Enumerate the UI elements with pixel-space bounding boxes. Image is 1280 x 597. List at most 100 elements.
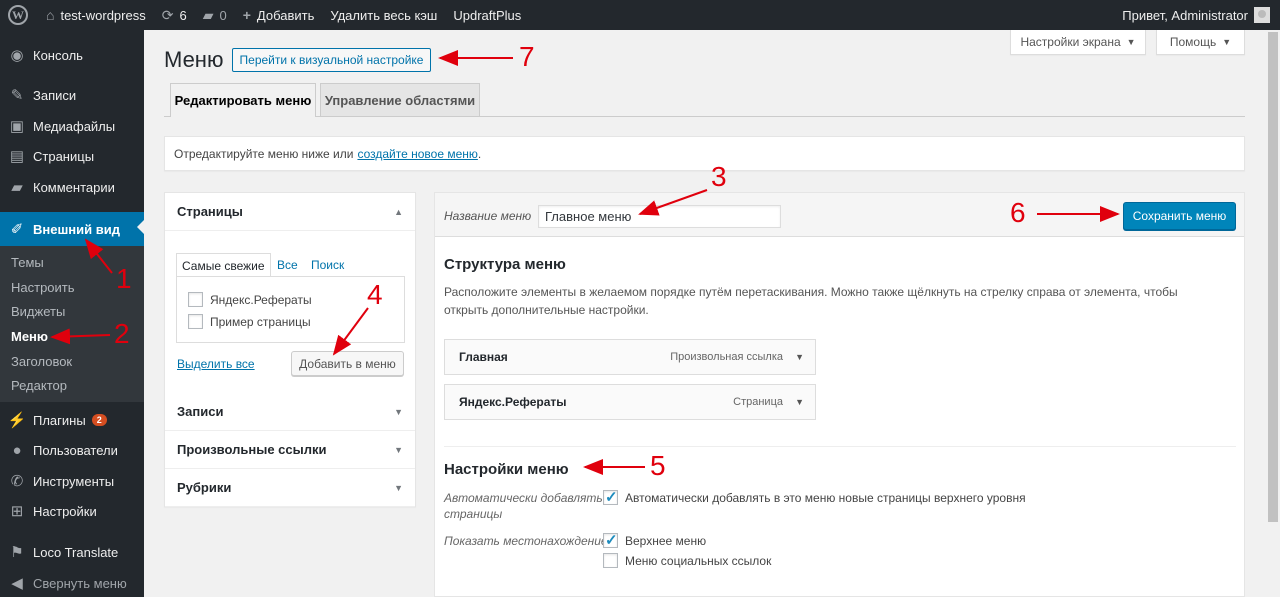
save-menu-button[interactable]: Сохранить меню bbox=[1123, 202, 1236, 230]
media-icon: ▣ bbox=[9, 118, 25, 135]
add-to-menu-button[interactable]: Добавить в меню bbox=[291, 351, 404, 376]
tabs-divider bbox=[164, 116, 1245, 117]
sidebar-item-comments[interactable]: ▰ Комментарии bbox=[0, 172, 144, 202]
plugins-update-badge: 2 bbox=[91, 414, 107, 426]
submenu-themes[interactable]: Темы bbox=[11, 255, 44, 270]
annotation-number-5: 5 bbox=[650, 450, 666, 481]
accordion-categories-header[interactable]: Рубрики ▼ bbox=[165, 469, 415, 507]
sidebar-item-plugins[interactable]: ⚡ Плагины 2 bbox=[0, 405, 144, 435]
scrollbar-thumb[interactable] bbox=[1268, 32, 1278, 522]
submenu-customize[interactable]: Настроить bbox=[11, 280, 75, 295]
avatar bbox=[1254, 7, 1270, 23]
sidebar-item-label: Комментарии bbox=[33, 179, 115, 195]
live-preview-button[interactable]: Перейти к визуальной настройке bbox=[232, 48, 431, 72]
menu-item-entry[interactable]: Главная Произвольная ссылка ▼ bbox=[444, 339, 816, 375]
screen-options-label: Настройки экрана bbox=[1020, 35, 1121, 49]
location-option-social[interactable]: Меню социальных ссылок bbox=[603, 553, 771, 568]
sidebar-item-posts[interactable]: ✎ Записи bbox=[0, 80, 144, 110]
accordion-posts-header[interactable]: Записи ▼ bbox=[165, 393, 415, 431]
pin-icon: ✎ bbox=[10, 87, 24, 104]
comments-count: 0 bbox=[219, 7, 227, 23]
annotation-number-7: 7 bbox=[519, 41, 535, 72]
sidebar-item-pages[interactable]: ▤ Страницы bbox=[0, 141, 144, 171]
annotation-number-6: 6 bbox=[1010, 197, 1026, 228]
location-checkbox[interactable] bbox=[603, 531, 618, 549]
auto-add-option[interactable]: Автоматически добавлять в это меню новые… bbox=[603, 488, 1026, 506]
page-checkbox[interactable] bbox=[188, 314, 203, 329]
location-checkbox[interactable] bbox=[603, 553, 618, 568]
screen-options-button[interactable]: Настройки экрана ▼ bbox=[1010, 30, 1146, 55]
collapse-menu-label: Свернуть меню bbox=[33, 575, 127, 591]
page-scrollbar[interactable] bbox=[1266, 30, 1280, 597]
sidebar-item-users[interactable]: ● Пользователи bbox=[0, 435, 144, 465]
select-all-link[interactable]: Выделить все bbox=[177, 357, 255, 371]
list-item[interactable]: Яндекс.Рефераты bbox=[188, 292, 312, 307]
sidebar-item-tools[interactable]: ✆ Инструменты bbox=[0, 466, 144, 496]
collapse-menu-button[interactable]: ◀ Свернуть меню bbox=[0, 568, 144, 597]
menu-item-entry[interactable]: Яндекс.Рефераты Страница ▼ bbox=[444, 384, 816, 420]
sidebar-item-settings[interactable]: ⊞ Настройки bbox=[0, 496, 144, 526]
page-label: Пример страницы bbox=[210, 314, 311, 329]
updraftplus-link[interactable]: UpdraftPlus bbox=[445, 0, 529, 30]
location-label: Меню социальных ссылок bbox=[625, 553, 772, 568]
updates-count: 6 bbox=[179, 7, 187, 23]
caret-up-icon: ▲ bbox=[394, 206, 403, 217]
sidebar-item-label: Записи bbox=[33, 87, 77, 103]
comments-link[interactable]: ▰ 0 bbox=[195, 0, 235, 30]
caret-down-icon[interactable]: ▼ bbox=[795, 397, 804, 407]
page-checkbox[interactable] bbox=[188, 292, 203, 307]
menu-name-input[interactable]: Главное меню bbox=[538, 205, 781, 228]
tab-manage-locations[interactable]: Управление областями bbox=[320, 83, 480, 116]
tab-view-all[interactable]: Все bbox=[277, 253, 298, 277]
sidebar-item-label: Пользователи bbox=[33, 442, 118, 458]
tab-edit-menu[interactable]: Редактировать меню bbox=[170, 83, 316, 117]
sidebar-item-dashboard[interactable]: ◉ Консоль bbox=[0, 40, 144, 70]
accordion-title: Записи bbox=[177, 404, 224, 419]
wp-logo-menu[interactable]: W bbox=[0, 0, 38, 30]
comment-icon: ▰ bbox=[202, 6, 214, 23]
manage-menus-notice: Отредактируйте меню ниже или создайте но… bbox=[164, 136, 1245, 171]
greeting: Привет, Administrator bbox=[1122, 7, 1248, 23]
new-content-link[interactable]: + Добавить bbox=[235, 0, 323, 30]
wordpress-logo-icon: W bbox=[8, 5, 28, 25]
menu-structure-title: Структура меню bbox=[444, 256, 566, 273]
caret-down-icon[interactable]: ▼ bbox=[795, 352, 804, 362]
sidebar-item-media[interactable]: ▣ Медиафайлы bbox=[0, 111, 144, 141]
submenu-editor[interactable]: Редактор bbox=[11, 378, 67, 393]
submenu-header[interactable]: Заголовок bbox=[11, 354, 72, 369]
updraftplus-label: UpdraftPlus bbox=[453, 7, 522, 23]
menu-item-title: Яндекс.Рефераты bbox=[459, 395, 567, 409]
accordion-custom-links-header[interactable]: Произвольные ссылки ▼ bbox=[165, 431, 415, 469]
sidebar-item-label: Настройки bbox=[33, 503, 97, 519]
auto-add-checkbox[interactable] bbox=[603, 488, 618, 506]
caret-down-icon: ▼ bbox=[394, 444, 403, 455]
sidebar-item-label: Консоль bbox=[33, 47, 83, 63]
site-name-link[interactable]: ⌂ test-wordpress bbox=[38, 0, 154, 30]
auto-add-option-label: Автоматически добавлять в это меню новые… bbox=[625, 490, 1026, 505]
caret-down-icon: ▼ bbox=[1222, 37, 1232, 47]
list-item[interactable]: Пример страницы bbox=[188, 314, 311, 329]
my-account-link[interactable]: Привет, Administrator bbox=[1122, 7, 1280, 23]
sidebar-item-label: Loco Translate bbox=[33, 544, 119, 560]
purge-cache-link[interactable]: Удалить весь кэш bbox=[322, 0, 445, 30]
accordion-pages-header[interactable]: Страницы ▲ bbox=[165, 193, 415, 231]
help-button[interactable]: Помощь ▼ bbox=[1156, 30, 1245, 55]
submenu-widgets[interactable]: Виджеты bbox=[11, 304, 65, 319]
create-new-menu-link[interactable]: создайте новое меню bbox=[357, 147, 477, 161]
sidebar-item-label: Инструменты bbox=[33, 473, 115, 489]
menu-item-type: Произвольная ссылка bbox=[670, 351, 783, 363]
tab-search[interactable]: Поиск bbox=[311, 253, 344, 277]
menu-edit-header: Название меню Главное меню Сохранить мен… bbox=[435, 193, 1244, 237]
tab-most-recent[interactable]: Самые свежие bbox=[176, 253, 271, 277]
comments-icon: ▰ bbox=[11, 179, 23, 196]
caret-down-icon: ▼ bbox=[1126, 37, 1136, 47]
sidebar-item-appearance[interactable]: ✐ Внешний вид bbox=[0, 212, 144, 246]
menu-name-label: Название меню bbox=[444, 209, 532, 223]
menu-item-title: Главная bbox=[459, 350, 508, 364]
updates-link[interactable]: ⟳ 6 bbox=[154, 0, 195, 30]
submenu-menus[interactable]: Меню bbox=[11, 329, 48, 344]
location-option-primary[interactable]: Верхнее меню bbox=[603, 531, 706, 549]
display-location-label: Показать местонахождение bbox=[444, 534, 608, 548]
sidebar-item-loco-translate[interactable]: ⚑ Loco Translate bbox=[0, 537, 144, 567]
accordion-title: Произвольные ссылки bbox=[177, 442, 327, 457]
